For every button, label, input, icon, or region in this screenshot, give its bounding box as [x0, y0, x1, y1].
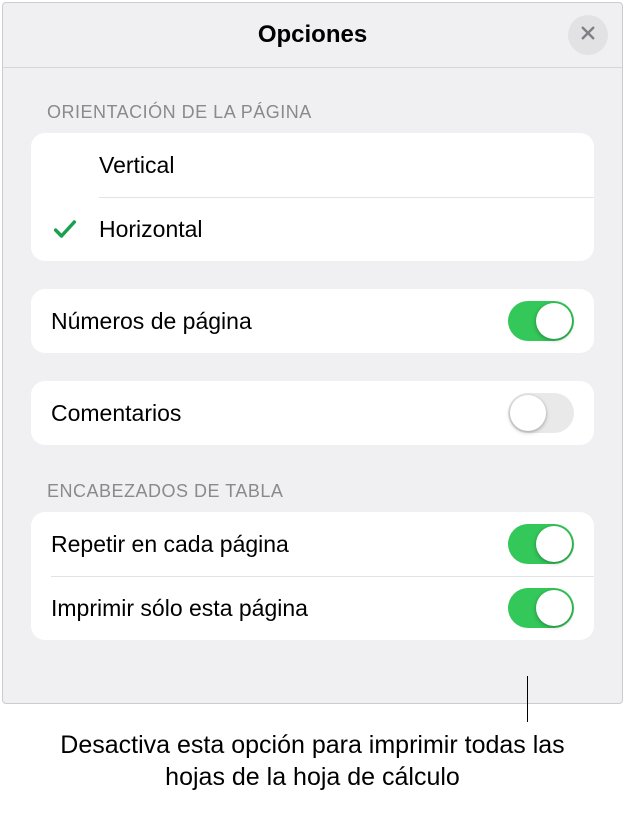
- panel-title: Opciones: [258, 21, 367, 49]
- close-button[interactable]: [568, 15, 608, 55]
- print-only-row: Imprimir sólo esta página: [31, 576, 594, 640]
- orientation-vertical-row[interactable]: Vertical: [31, 133, 594, 197]
- table-headers-section-header: ENCABEZADOS DE TABLA: [31, 445, 594, 512]
- print-only-label: Imprimir sólo esta página: [51, 595, 508, 622]
- repeat-toggle[interactable]: [508, 524, 574, 564]
- page-numbers-row: Números de página: [31, 289, 594, 353]
- page-numbers-label: Números de página: [51, 308, 508, 335]
- options-panel: Opciones ORIENTACIÓN DE LA PÁGINA Vertic…: [2, 2, 623, 704]
- orientation-group: Vertical Horizontal: [31, 133, 594, 261]
- close-icon: [579, 24, 597, 47]
- comments-row: Comentarios: [31, 381, 594, 445]
- comments-toggle[interactable]: [508, 393, 574, 433]
- comments-label: Comentarios: [51, 400, 508, 427]
- checkmark-horizontal: [49, 215, 81, 243]
- comments-group: Comentarios: [31, 381, 594, 445]
- orientation-horizontal-label: Horizontal: [99, 216, 574, 243]
- orientation-section-header: ORIENTACIÓN DE LA PÁGINA: [31, 68, 594, 133]
- print-only-toggle[interactable]: [508, 588, 574, 628]
- callout-leader-line: [527, 676, 528, 722]
- repeat-row: Repetir en cada página: [31, 512, 594, 576]
- callout-text: Desactiva esta opción para imprimir toda…: [0, 729, 625, 793]
- page-numbers-toggle[interactable]: [508, 301, 574, 341]
- table-headers-group: Repetir en cada página Imprimir sólo est…: [31, 512, 594, 640]
- orientation-horizontal-row[interactable]: Horizontal: [31, 197, 594, 261]
- repeat-label: Repetir en cada página: [51, 531, 508, 558]
- panel-header: Opciones: [3, 3, 622, 68]
- orientation-vertical-label: Vertical: [99, 152, 574, 179]
- panel-content: ORIENTACIÓN DE LA PÁGINA Vertical Horizo…: [3, 68, 622, 640]
- checkmark-icon: [51, 215, 79, 243]
- page-numbers-group: Números de página: [31, 289, 594, 353]
